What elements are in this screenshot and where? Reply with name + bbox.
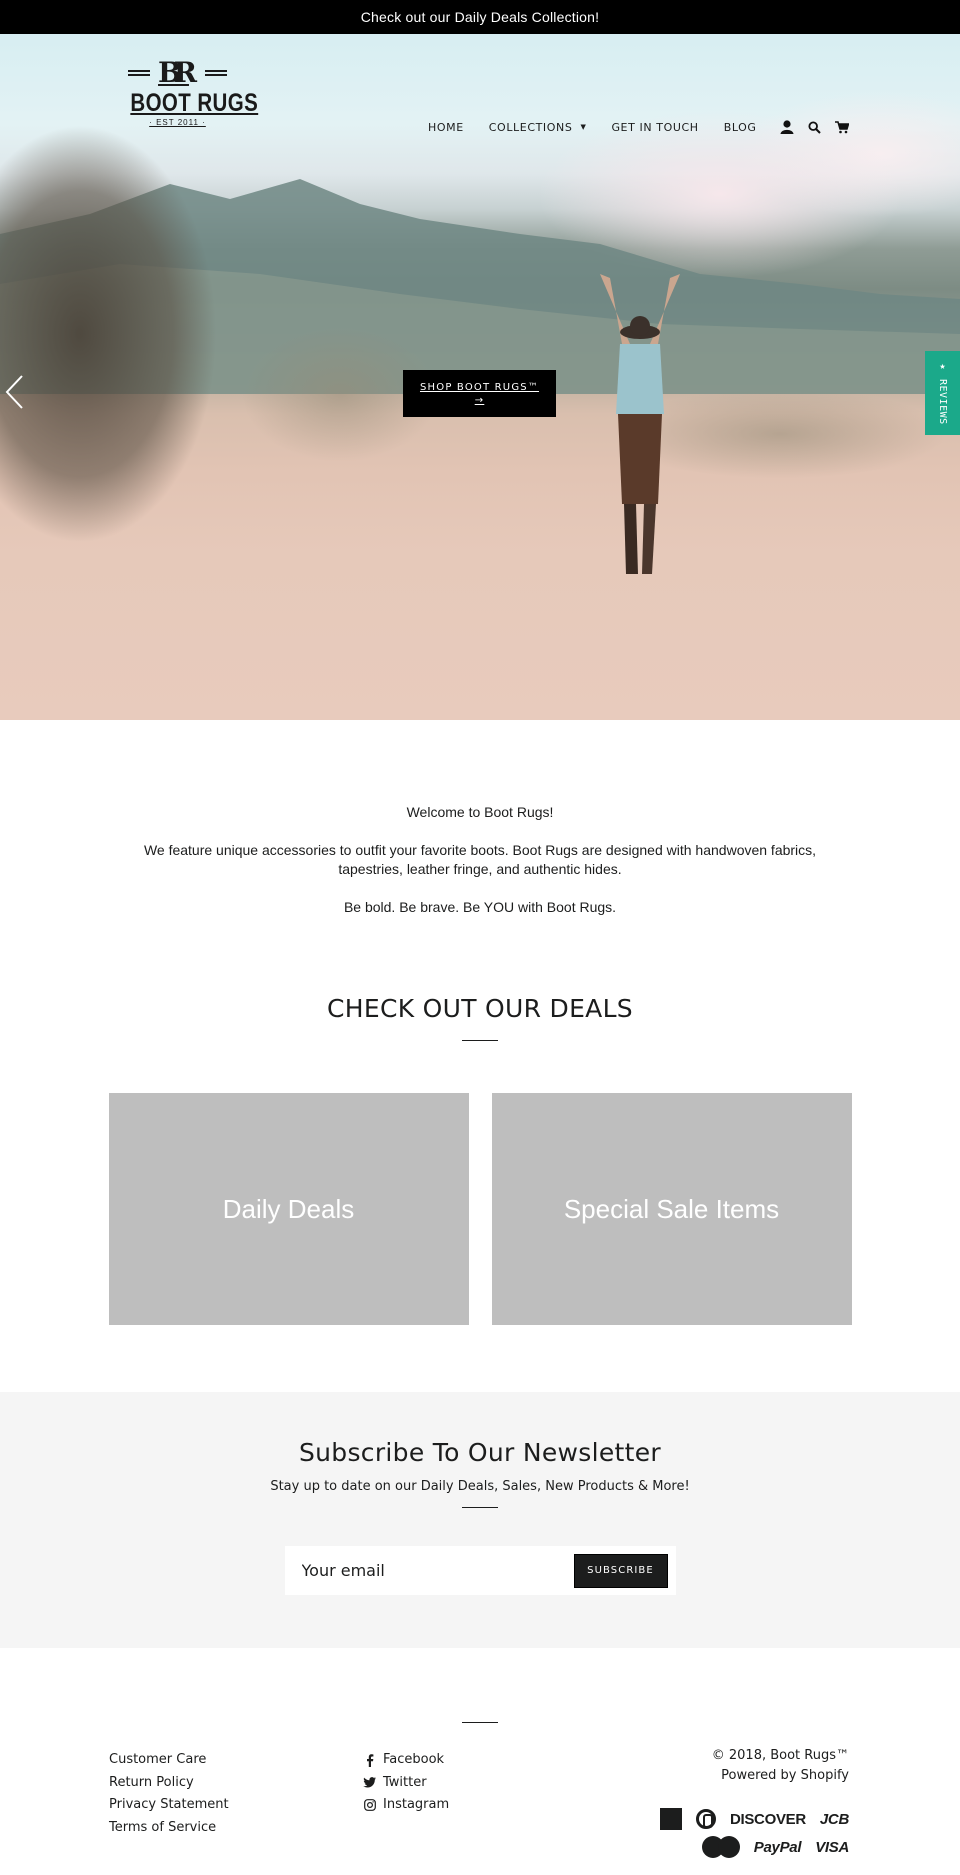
mastercard-icon (701, 1836, 740, 1858)
welcome-body: We feature unique accessories to outfit … (143, 842, 817, 877)
social-link-instagram[interactable]: Instagram (363, 1794, 449, 1817)
logo-bars-left (128, 70, 151, 76)
nav-label: HOME (428, 120, 464, 134)
footer-legal: © 2018, Boot Rugs™ Powered by Shopify (712, 1746, 849, 1786)
social-label: Facebook (383, 1752, 445, 1767)
site-footer: Customer Care Return Policy Privacy Stat… (0, 1648, 960, 1870)
header-icons (780, 120, 849, 134)
footer-link-terms-of-service[interactable]: Terms of Service (109, 1817, 229, 1840)
discover-icon: DISCOVER (729, 1810, 806, 1828)
amex-icon (659, 1808, 682, 1830)
logo-mark: BR (120, 56, 235, 90)
cart-icon[interactable] (834, 120, 849, 134)
caret-down-icon: ▼ (580, 123, 587, 131)
footer-link-customer-care[interactable]: Customer Care (109, 1749, 229, 1772)
diners-club-icon (695, 1809, 716, 1829)
reviews-tab[interactable]: ★ REVIEWS (925, 351, 960, 435)
account-icon[interactable] (780, 120, 794, 134)
subscribe-button[interactable]: SUBSCRIBE (573, 1553, 668, 1588)
newsletter-title: Subscribe To Our Newsletter (298, 1438, 662, 1467)
deal-card-label: Special Sale Items (563, 1193, 780, 1224)
welcome-section: Welcome to Boot Rugs! We feature unique … (0, 720, 960, 917)
deal-card-label: Daily Deals (222, 1193, 355, 1224)
deals-section: CHECK OUT OUR DEALS Daily Deals Special … (0, 936, 960, 1325)
copyright-text: © 2018, Boot Rugs™ (711, 1748, 849, 1763)
nav-item-get-in-touch[interactable]: GET IN TOUCH (611, 121, 698, 134)
payment-icons-row-1: DISCOVER JCB (659, 1808, 849, 1830)
nav-item-home[interactable]: HOME (428, 121, 464, 134)
logo-name: BOOT RUGS (130, 89, 259, 117)
deals-grid: Daily Deals Special Sale Items (108, 1093, 852, 1325)
newsletter-subtitle: Stay up to date on our Daily Deals, Sale… (270, 1479, 690, 1494)
main-nav: HOME COLLECTIONS ▼ GET IN TOUCH BLOG (428, 118, 849, 136)
announcement-link[interactable]: Check out our Daily Deals Collection! (361, 9, 600, 25)
site-logo[interactable]: BR BOOT RUGS · EST 2011 · (120, 56, 259, 127)
footer-divider (462, 1722, 498, 1723)
footer-social: Facebook Twitter Instagram (363, 1749, 449, 1817)
shop-boot-rugs-button[interactable]: SHOP BOOT RUGS™ → (403, 370, 556, 417)
facebook-icon (363, 1754, 376, 1767)
chevron-left-icon[interactable] (4, 374, 24, 410)
announcement-bar: Check out our Daily Deals Collection! (0, 0, 960, 34)
footer-link-return-policy[interactable]: Return Policy (109, 1772, 229, 1795)
hero-slideshow: BR BOOT RUGS · EST 2011 · HOME COLLECTIO… (0, 34, 960, 720)
welcome-heading: Welcome to Boot Rugs! (406, 804, 554, 820)
social-link-facebook[interactable]: Facebook (363, 1749, 449, 1772)
social-link-twitter[interactable]: Twitter (363, 1772, 449, 1795)
footer-links: Customer Care Return Policy Privacy Stat… (109, 1749, 229, 1839)
hero-person-image (600, 274, 680, 574)
nav-item-collections[interactable]: COLLECTIONS ▼ (489, 121, 587, 134)
deal-card-daily-deals[interactable]: Daily Deals (108, 1093, 469, 1325)
welcome-tagline: Be bold. Be brave. Be YOU with Boot Rugs… (343, 899, 617, 915)
deals-title: CHECK OUT OUR DEALS (327, 994, 633, 1023)
nav-label: BLOG (723, 120, 757, 134)
paypal-icon: PayPal (753, 1838, 802, 1856)
nav-label: COLLECTIONS (488, 120, 573, 134)
shop-button-label: SHOP BOOT RUGS™ (419, 382, 540, 393)
logo-bars-right (204, 70, 227, 76)
newsletter-form: SUBSCRIBE (284, 1546, 676, 1595)
social-label: Twitter (383, 1774, 427, 1790)
search-icon[interactable] (808, 120, 821, 134)
nav-item-blog[interactable]: BLOG (724, 121, 757, 134)
social-label: Instagram (383, 1797, 450, 1812)
logo-monogram: BR (158, 56, 197, 89)
twitter-icon (363, 1777, 376, 1788)
logo-tagline: · EST 2011 · (149, 118, 206, 127)
footer-link-privacy-statement[interactable]: Privacy Statement (109, 1794, 229, 1817)
payment-icons-row-2: PayPal VISA (701, 1836, 849, 1858)
section-divider (462, 1040, 498, 1041)
arrow-right-icon: → (474, 395, 485, 406)
section-divider (462, 1507, 498, 1508)
reviews-tab-label: ★ REVIEWS (937, 361, 948, 425)
jcb-icon: JCB (819, 1810, 849, 1828)
site-header: BR BOOT RUGS · EST 2011 · HOME COLLECTIO… (0, 34, 960, 144)
email-input[interactable] (301, 1561, 552, 1580)
powered-by-shopify-link[interactable]: Powered by Shopify (712, 1766, 849, 1786)
deal-card-special-sale-items[interactable]: Special Sale Items (491, 1093, 852, 1325)
instagram-icon (363, 1799, 376, 1812)
visa-icon: VISA (815, 1838, 849, 1856)
newsletter-section: Subscribe To Our Newsletter Stay up to d… (0, 1392, 960, 1648)
nav-label: GET IN TOUCH (611, 120, 699, 134)
